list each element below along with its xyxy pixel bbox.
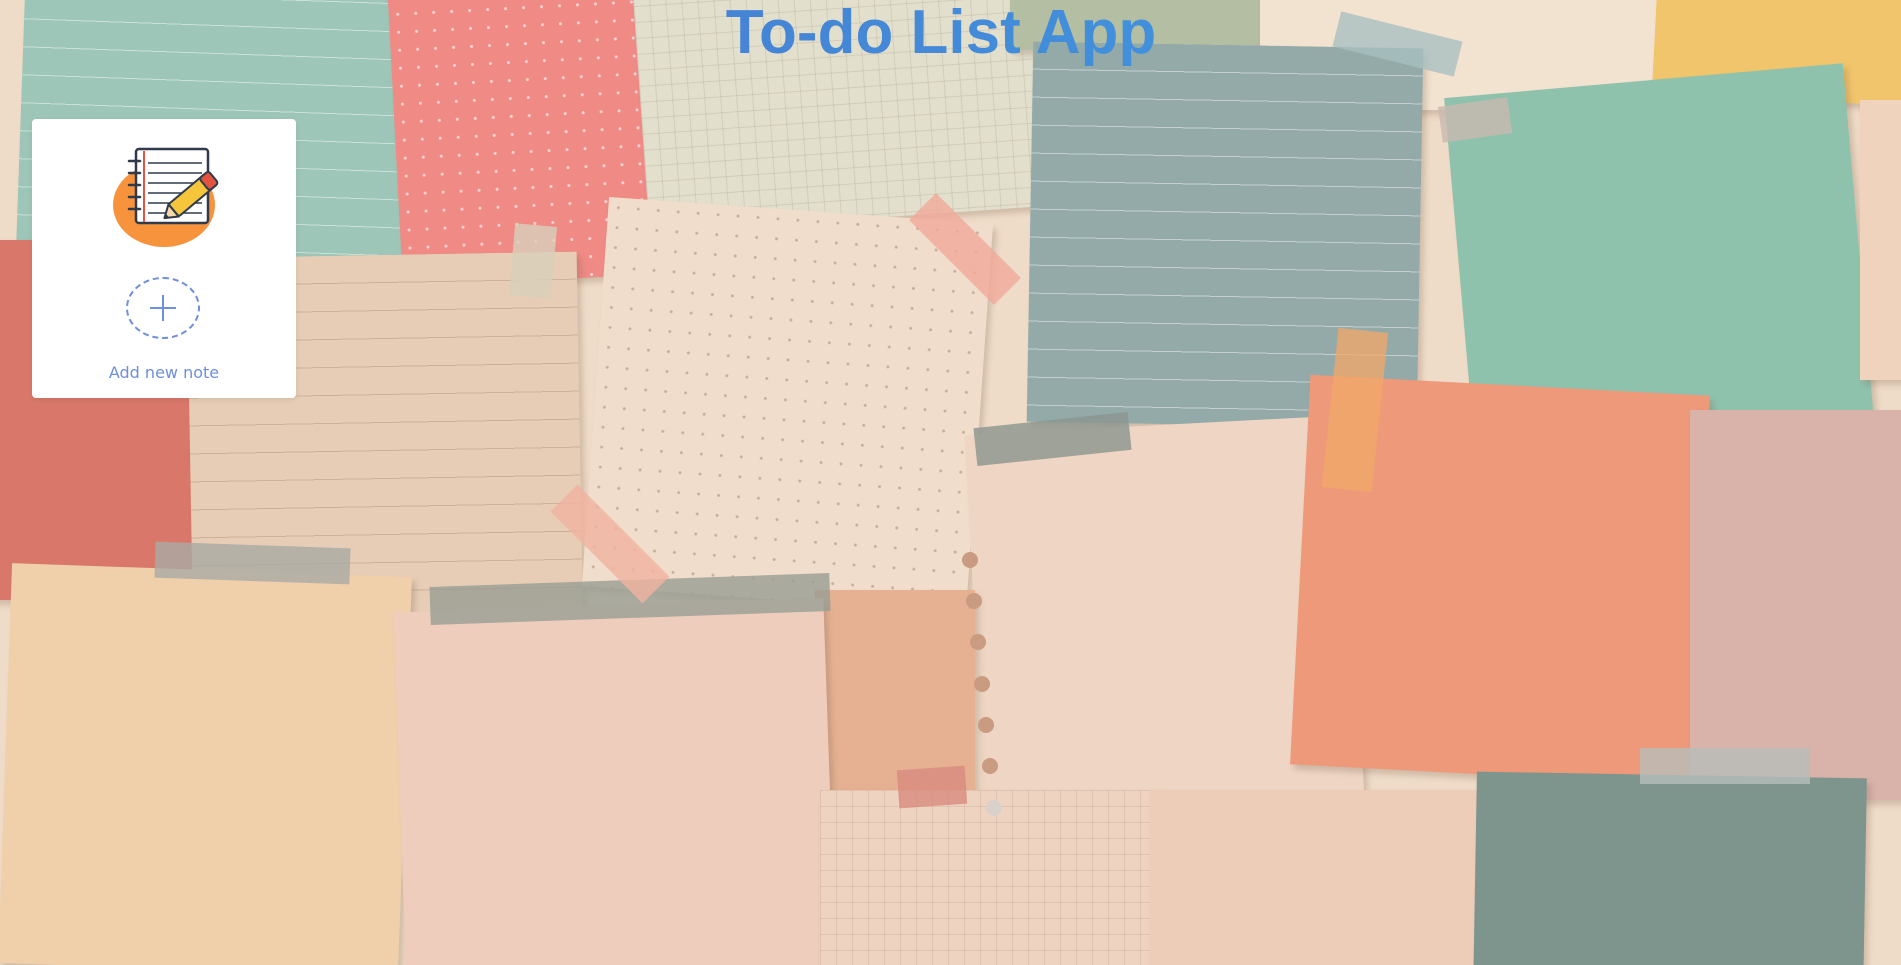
add-note-button[interactable] [126,277,200,339]
notebook-pencil-icon [113,147,219,247]
binder-hole [982,758,998,774]
binder-hole [974,676,990,692]
paper-note [1860,100,1901,380]
page-title: To-do List App [0,0,1882,66]
paper-note [1690,410,1901,800]
tape-strip [154,541,351,585]
binder-hole [970,634,986,650]
binder-hole [966,593,982,609]
paper-note [820,790,1160,965]
add-note-card[interactable]: Add new note [32,119,296,398]
add-note-label[interactable]: Add new note [32,363,296,382]
tape-strip [508,223,558,299]
tape-strip [896,765,968,809]
paper-note [0,563,412,965]
paper-note [1473,771,1867,965]
tape-strip [1640,748,1810,784]
paper-note [1150,790,1480,965]
paper-note [393,597,837,965]
binder-hole [986,800,1002,816]
binder-hole [962,552,978,568]
binder-hole [978,717,994,733]
